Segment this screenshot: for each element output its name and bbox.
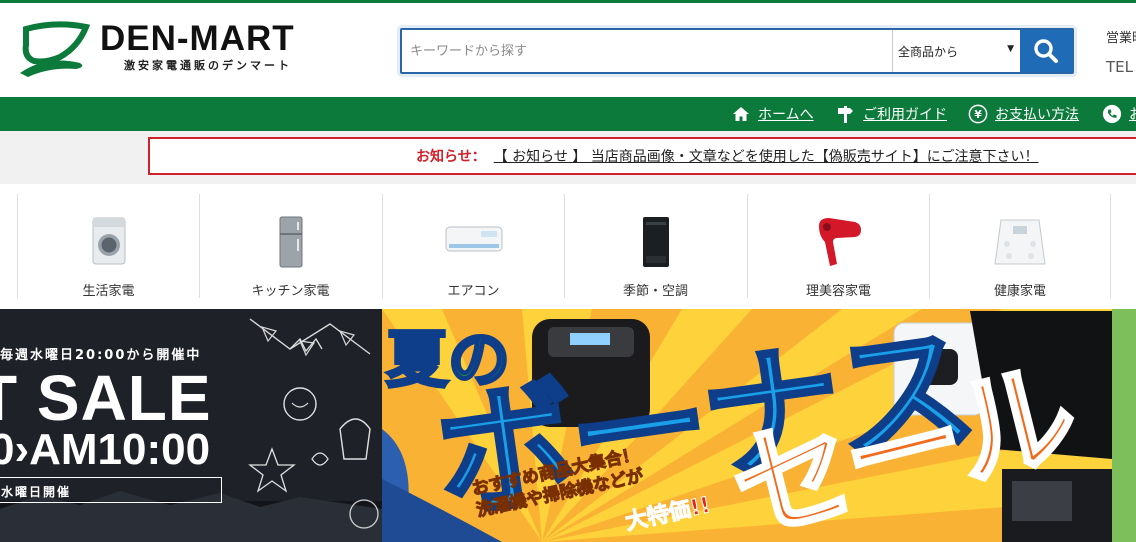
search-category-value: 全商品から bbox=[898, 45, 959, 59]
tel-label: TEL bbox=[1106, 58, 1133, 76]
logo-mark-icon bbox=[20, 21, 91, 77]
category-label: エアコン bbox=[447, 284, 500, 299]
category-menu: 生活家電 キッチン家電 エアコン 季節・空調 理美容家電 健康家電 bbox=[0, 184, 1136, 308]
night-sale-banner[interactable]: 毎週水曜日20:00から開催中 T SALE 0›AM10:00 水曜日開催 bbox=[0, 309, 382, 542]
category-label: 生活家電 bbox=[82, 284, 135, 299]
svg-text:¥: ¥ bbox=[974, 108, 982, 121]
refrigerator-icon bbox=[276, 216, 306, 272]
site-logo[interactable]: DEN-MART 激安家電通販のデンマート bbox=[16, 17, 361, 79]
hair-dryer-icon bbox=[815, 216, 863, 272]
body-scale-icon bbox=[993, 216, 1047, 272]
nav-guide-label: ご利用ガイド bbox=[863, 107, 947, 123]
search-icon bbox=[1034, 39, 1058, 63]
notice-label: お知らせ： bbox=[416, 149, 486, 165]
site-header: DEN-MART 激安家電通販のデンマート 全商品から ▼ 営業時 TEL bbox=[0, 3, 1136, 97]
next-banner-edge[interactable] bbox=[1112, 309, 1136, 542]
category-health[interactable]: 健康家電 bbox=[929, 194, 1111, 299]
yen-icon: ¥ bbox=[968, 104, 988, 124]
category-label: 健康家電 bbox=[993, 284, 1046, 299]
night-sale-title: T SALE bbox=[0, 362, 212, 434]
nav-home[interactable]: ホームへ bbox=[731, 97, 814, 131]
search-button[interactable] bbox=[1020, 30, 1072, 72]
business-hours-label: 営業時 bbox=[1106, 31, 1136, 46]
notice-link[interactable]: 【 お知らせ 】 当店商品画像・文章などを使用した【偽販売サイト】にご注意下さい… bbox=[494, 146, 1039, 166]
night-sale-time: 0›AM10:00 bbox=[0, 425, 211, 474]
washing-machine-icon bbox=[89, 216, 129, 270]
category-air-conditioner[interactable]: エアコン bbox=[382, 194, 564, 299]
nav-guide[interactable]: ご利用ガイド bbox=[836, 97, 947, 131]
nav-payment-label: お支払い方法 bbox=[995, 107, 1079, 123]
category-kitchen[interactable]: キッチン家電 bbox=[199, 194, 381, 299]
nav-payment[interactable]: ¥ お支払い方法 bbox=[968, 97, 1079, 131]
summer-bonus-sale-banner[interactable]: 夏の ボーナス セール おすすめ商品大集合！ 洗濯機や掃除機などが 大特価!! bbox=[382, 309, 1112, 542]
nav-contact-label: お bbox=[1129, 104, 1136, 124]
nav-contact[interactable]: お bbox=[1102, 97, 1136, 131]
category-beauty[interactable]: 理美容家電 bbox=[747, 194, 929, 299]
notice-bar: お知らせ： 【 お知らせ 】 当店商品画像・文章などを使用した【偽販売サイト】に… bbox=[148, 137, 1136, 175]
search-category-select[interactable]: 全商品から ▼ bbox=[892, 30, 1020, 72]
category-label: 季節・空調 bbox=[622, 284, 688, 299]
phone-icon bbox=[1102, 104, 1122, 124]
dropdown-arrow-icon: ▼ bbox=[1007, 44, 1014, 54]
air-conditioner-icon bbox=[445, 224, 503, 260]
air-purifier-icon bbox=[639, 216, 673, 272]
logo-name: DEN-MART bbox=[100, 19, 295, 58]
search-input[interactable] bbox=[402, 30, 892, 72]
category-label: 理美容家電 bbox=[805, 284, 871, 299]
global-nav: ホームへ ご利用ガイド ¥ お支払い方法 お bbox=[0, 97, 1136, 131]
signpost-icon bbox=[836, 104, 856, 124]
category-home-appliances[interactable]: 生活家電 bbox=[17, 194, 199, 299]
home-icon bbox=[731, 104, 751, 124]
night-sale-day: 水曜日開催 bbox=[0, 477, 222, 503]
search-form: 全商品から ▼ bbox=[400, 28, 1074, 74]
category-label: キッチン家電 bbox=[251, 284, 330, 299]
business-info: 営業時 TEL bbox=[1106, 25, 1136, 81]
category-seasonal[interactable]: 季節・空調 bbox=[564, 194, 746, 299]
logo-tagline: 激安家電通販のデンマート bbox=[124, 59, 292, 72]
nav-home-label: ホームへ bbox=[758, 107, 814, 123]
